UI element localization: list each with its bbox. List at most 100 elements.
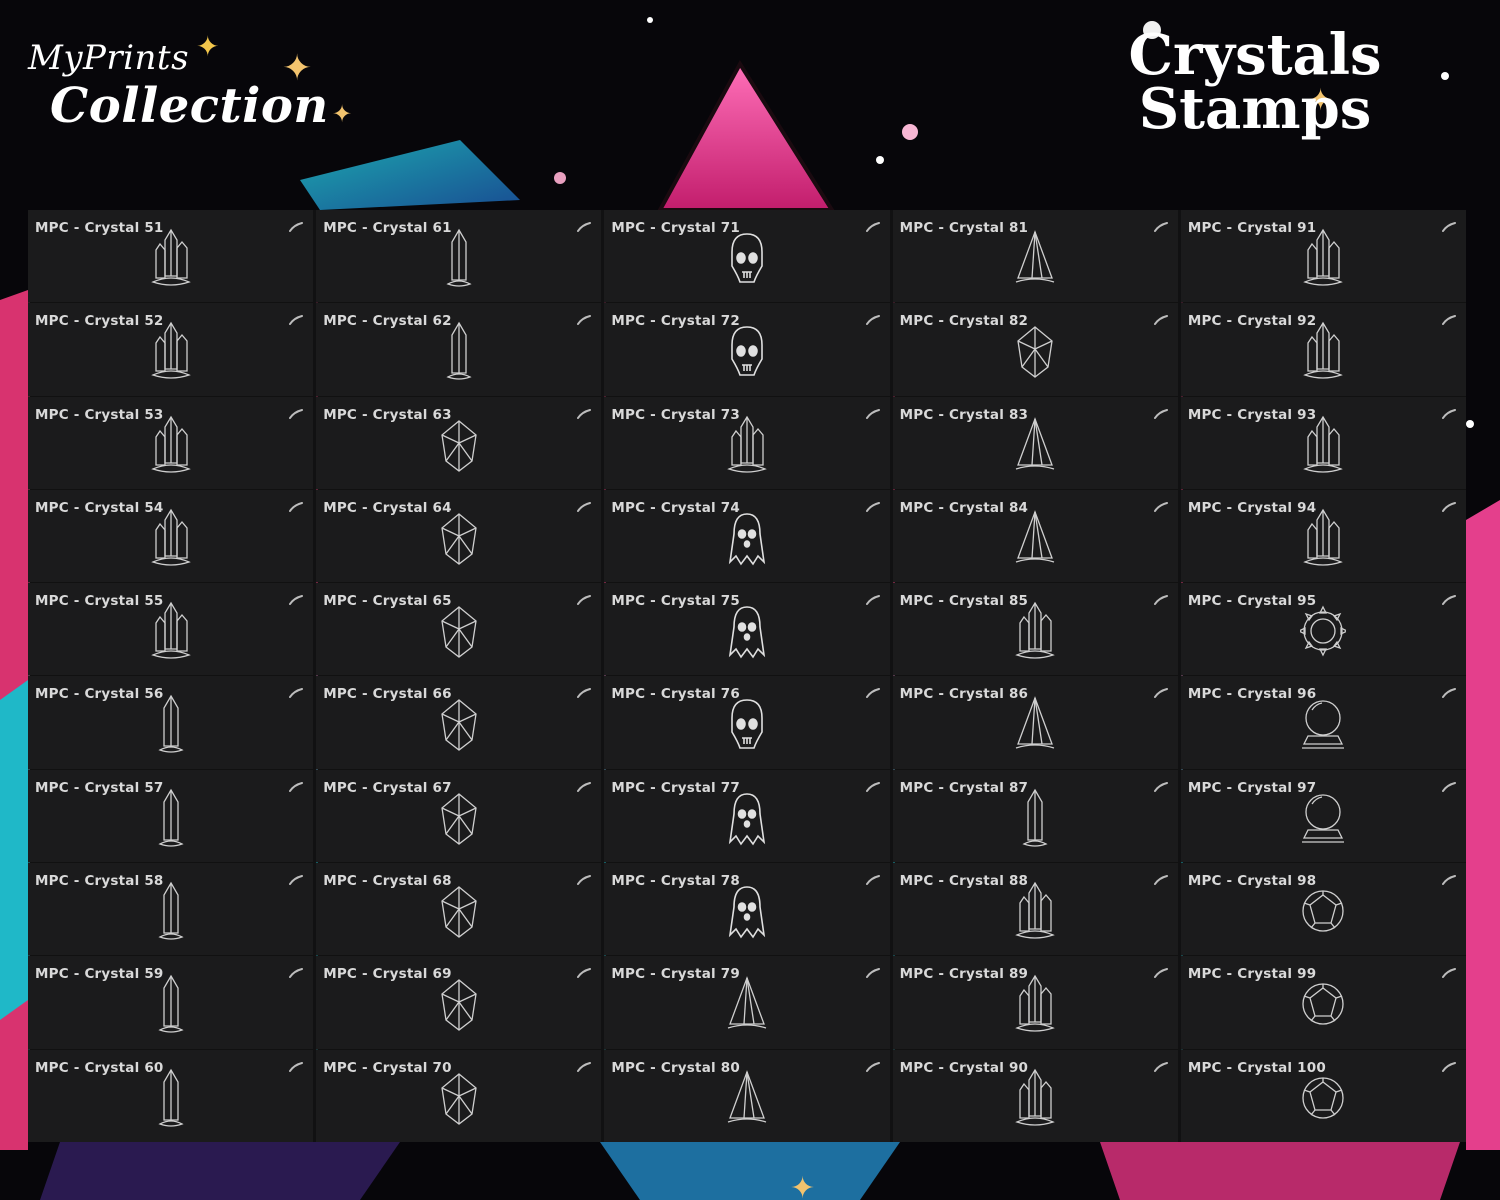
brush-item[interactable]: MPC - Crystal 68 — [316, 863, 602, 956]
brush-item[interactable]: MPC - Crystal 66 — [316, 676, 602, 769]
brush-name: MPC - Crystal 66 — [323, 686, 452, 703]
brush-name: MPC - Crystal 90 — [899, 1059, 1029, 1076]
brush-item[interactable]: MPC - Crystal 59 — [28, 956, 314, 1049]
brush-item[interactable]: MPC - Crystal 61 — [316, 210, 602, 303]
brush-item[interactable]: MPC - Crystal 83 — [892, 396, 1178, 489]
brush-item[interactable]: MPC - Crystal 85 — [892, 583, 1178, 676]
gem-icon — [441, 792, 477, 845]
brush-item[interactable]: MPC - Crystal 64 — [316, 489, 602, 583]
crystal-cluster-icon — [1015, 1068, 1056, 1126]
brush-stroke-icon — [865, 688, 880, 699]
brush-item[interactable]: MPC - Crystal 62 — [316, 303, 602, 396]
crystal-cluster-icon — [727, 415, 767, 473]
brush-stroke-icon — [1442, 781, 1457, 792]
brush-stroke-icon — [865, 408, 880, 419]
brush-name: MPC - Crystal 75 — [611, 593, 740, 610]
brush-item[interactable]: MPC - Crystal 76 — [604, 676, 890, 769]
skull-icon — [731, 699, 763, 750]
brush-item[interactable]: MPC - Crystal 65 — [316, 583, 602, 676]
brush-stroke-icon — [289, 968, 304, 979]
crystal-cluster-icon — [1303, 415, 1344, 473]
crystal-point-icon — [1022, 788, 1048, 847]
brush-item[interactable]: MPC - Crystal 98 — [1180, 863, 1467, 956]
brush-item[interactable]: MPC - Crystal 77 — [604, 769, 890, 863]
brush-item[interactable]: MPC - Crystal 60 — [28, 1049, 314, 1142]
brush-item[interactable]: MPC - Crystal 87 — [892, 769, 1178, 863]
brush-item[interactable]: MPC - Crystal 94 — [1180, 489, 1467, 583]
gem-icon — [441, 513, 477, 565]
faceted-sphere-icon — [1302, 1077, 1345, 1119]
brush-name: MPC - Crystal 58 — [35, 873, 164, 890]
brush-name: MPC - Crystal 74 — [611, 499, 740, 516]
crystal-cluster-icon — [150, 228, 191, 286]
crystal-cluster-icon — [1015, 975, 1056, 1033]
brush-name: MPC - Crystal 52 — [35, 313, 164, 330]
brush-item[interactable]: MPC - Crystal 51 — [28, 210, 314, 303]
brush-item[interactable]: MPC - Crystal 78 — [604, 863, 890, 956]
skull-icon — [731, 326, 763, 377]
crystal-point-icon — [446, 322, 472, 380]
brush-item[interactable]: MPC - Crystal 97 — [1180, 769, 1467, 863]
brush-item[interactable]: MPC - Crystal 55 — [28, 583, 314, 676]
brush-name: MPC - Crystal 76 — [611, 686, 740, 703]
brush-name: MPC - Crystal 72 — [611, 313, 740, 330]
brush-item[interactable]: MPC - Crystal 90 — [892, 1049, 1178, 1142]
crystal-cluster-icon — [150, 508, 191, 566]
brush-stroke-icon — [865, 968, 880, 979]
pyramid-icon — [1016, 230, 1055, 283]
crystal-cluster-icon — [1015, 601, 1056, 659]
brush-name: MPC - Crystal 98 — [1187, 873, 1317, 890]
brush-item[interactable]: MPC - Crystal 88 — [892, 863, 1178, 956]
brush-item[interactable]: MPC - Crystal 73 — [604, 396, 890, 489]
brush-stroke-icon — [1442, 501, 1457, 512]
brush-item[interactable]: MPC - Crystal 95 — [1180, 583, 1467, 676]
brush-item[interactable]: MPC - Crystal 72 — [604, 303, 890, 396]
brush-item[interactable]: MPC - Crystal 80 — [604, 1049, 890, 1142]
brush-item[interactable]: MPC - Crystal 57 — [28, 769, 314, 863]
brush-name: MPC - Crystal 71 — [611, 220, 740, 236]
brush-name: MPC - Crystal 54 — [35, 499, 164, 516]
brush-item[interactable]: MPC - Crystal 93 — [1180, 396, 1467, 489]
crystal-cluster-icon — [150, 415, 191, 473]
brush-name: MPC - Crystal 80 — [611, 1059, 740, 1076]
brush-item[interactable]: MPC - Crystal 69 — [316, 956, 602, 1049]
brush-item[interactable]: MPC - Crystal 92 — [1180, 303, 1467, 396]
brush-name: MPC - Crystal 89 — [899, 966, 1029, 983]
brush-item[interactable]: MPC - Crystal 81 — [892, 210, 1178, 303]
brush-stroke-icon — [577, 688, 592, 699]
brush-stroke-icon — [577, 408, 592, 419]
brush-stroke-icon — [577, 1061, 592, 1072]
brush-stroke-icon — [1153, 781, 1168, 792]
brush-item[interactable]: MPC - Crystal 53 — [28, 396, 314, 489]
faceted-sphere-icon — [1302, 890, 1345, 932]
brush-library-panel: MPC - Crystal 51 MPC - Crystal 52 MPC - Cr… — [28, 210, 1467, 1142]
pyramid-icon — [1016, 510, 1055, 563]
brush-item[interactable]: MPC - Crystal 82 — [892, 303, 1178, 396]
crystal-cluster-icon — [150, 601, 191, 659]
brush-item[interactable]: MPC - Crystal 96 — [1180, 676, 1467, 769]
brush-item[interactable]: MPC - Crystal 56 — [28, 676, 314, 769]
brush-item[interactable]: MPC - Crystal 63 — [316, 396, 602, 489]
skull-icon — [731, 233, 763, 283]
brush-stroke-icon — [1153, 222, 1168, 232]
brush-item[interactable]: MPC - Crystal 74 — [604, 489, 890, 583]
brush-item[interactable]: MPC - Crystal 67 — [316, 769, 602, 863]
brush-item[interactable]: MPC - Crystal 52 — [28, 303, 314, 396]
brush-stroke-icon — [1153, 968, 1168, 979]
brush-item[interactable]: MPC - Crystal 71 — [604, 210, 890, 303]
brush-item[interactable]: MPC - Crystal 99 — [1180, 956, 1467, 1049]
brush-item[interactable]: MPC - Crystal 84 — [892, 489, 1178, 583]
brush-name: MPC - Crystal 87 — [899, 779, 1029, 796]
brush-item[interactable]: MPC - Crystal 75 — [604, 583, 890, 676]
brush-item[interactable]: MPC - Crystal 58 — [28, 863, 314, 956]
brush-item[interactable]: MPC - Crystal 86 — [892, 676, 1178, 769]
brush-item[interactable]: MPC - Crystal 70 — [316, 1049, 602, 1142]
brush-item[interactable]: MPC - Crystal 100 — [1180, 1049, 1467, 1142]
brush-stroke-icon — [1153, 315, 1168, 326]
brush-item[interactable]: MPC - Crystal 54 — [28, 489, 314, 583]
brush-name: MPC - Crystal 53 — [35, 406, 164, 423]
brush-item[interactable]: MPC - Crystal 79 — [604, 956, 890, 1049]
sparkle-star-icon: ✦ — [790, 1171, 815, 1200]
brush-item[interactable]: MPC - Crystal 89 — [892, 956, 1178, 1049]
brush-item[interactable]: MPC - Crystal 91 — [1180, 210, 1467, 303]
